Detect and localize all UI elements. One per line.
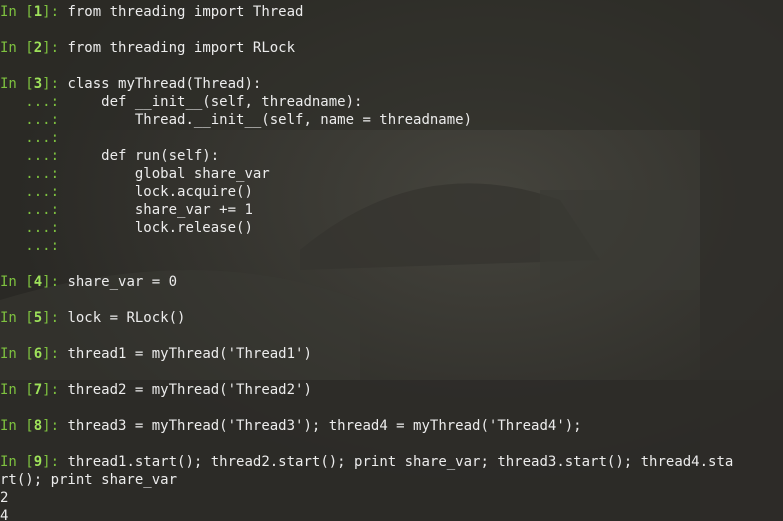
input-prompt-line: In [7]: thread2 = myThread('Thread2') bbox=[0, 381, 312, 399]
ipython-terminal[interactable]: In [1]: from threading import Thread In [… bbox=[0, 0, 783, 521]
continuation-prompt: ...: bbox=[0, 202, 68, 218]
code-text[interactable]: thread2 = myThread('Thread2') bbox=[67, 382, 311, 398]
code-text[interactable]: Thread.__init__(self, name = threadname) bbox=[67, 112, 472, 128]
continuation-prompt: ...: bbox=[0, 220, 68, 236]
input-prompt-line: In [5]: lock = RLock() bbox=[0, 309, 185, 327]
prompt-close: ]: bbox=[42, 40, 68, 56]
prompt-number: 8 bbox=[33, 418, 43, 434]
prompt-close: ]: bbox=[42, 382, 68, 398]
input-prompt-line: In [3]: class myThread(Thread): bbox=[0, 75, 261, 93]
output-text: 4 bbox=[0, 508, 9, 521]
prompt-number: 2 bbox=[33, 40, 43, 56]
prompt-number: 9 bbox=[33, 454, 43, 470]
code-text[interactable]: thread3 = myThread('Thread3'); thread4 =… bbox=[67, 418, 581, 434]
code-text[interactable]: from threading import Thread bbox=[67, 4, 303, 20]
code-text[interactable]: rt(); print share_var bbox=[0, 472, 177, 488]
continuation-prompt: ...: bbox=[0, 112, 68, 128]
output-text: 2 bbox=[0, 490, 9, 506]
input-prompt-line: In [8]: thread3 = myThread('Thread3'); t… bbox=[0, 417, 582, 435]
output-line: 4 bbox=[0, 507, 8, 521]
code-text[interactable]: lock.release() bbox=[67, 220, 253, 236]
code-text[interactable]: thread1.start(); thread2.start(); print … bbox=[67, 454, 733, 470]
prompt-in-label: In [ bbox=[0, 418, 34, 434]
continuation-line: ...: bbox=[0, 129, 67, 147]
code-text[interactable]: from threading import RLock bbox=[67, 40, 295, 56]
input-prompt-line: In [2]: from threading import RLock bbox=[0, 39, 295, 57]
prompt-number: 1 bbox=[33, 4, 43, 20]
code-text[interactable]: global share_var bbox=[67, 166, 270, 182]
continuation-prompt: ...: bbox=[0, 184, 68, 200]
output-line: 2 bbox=[0, 489, 8, 507]
continuation-prompt: ...: bbox=[0, 130, 68, 146]
continuation-line: ...: bbox=[0, 237, 67, 255]
prompt-in-label: In [ bbox=[0, 4, 34, 20]
prompt-number: 7 bbox=[33, 382, 43, 398]
prompt-number: 4 bbox=[33, 274, 43, 290]
prompt-number: 6 bbox=[33, 346, 43, 362]
continuation-prompt: ...: bbox=[0, 166, 68, 182]
wrapped-code-line: rt(); print share_var bbox=[0, 471, 177, 489]
input-prompt-line: In [1]: from threading import Thread bbox=[0, 3, 303, 21]
continuation-line: ...: def run(self): bbox=[0, 147, 219, 165]
continuation-line: ...: Thread.__init__(self, name = thread… bbox=[0, 111, 472, 129]
code-text[interactable]: share_var += 1 bbox=[67, 202, 253, 218]
continuation-line: ...: lock.acquire() bbox=[0, 183, 253, 201]
prompt-close: ]: bbox=[42, 274, 68, 290]
input-prompt-line: In [9]: thread1.start(); thread2.start()… bbox=[0, 453, 733, 471]
prompt-in-label: In [ bbox=[0, 274, 34, 290]
prompt-in-label: In [ bbox=[0, 382, 34, 398]
continuation-line: ...: global share_var bbox=[0, 165, 270, 183]
prompt-in-label: In [ bbox=[0, 40, 34, 56]
continuation-prompt: ...: bbox=[0, 148, 68, 164]
prompt-in-label: In [ bbox=[0, 346, 34, 362]
prompt-number: 5 bbox=[33, 310, 43, 326]
code-text[interactable]: lock.acquire() bbox=[67, 184, 253, 200]
prompt-close: ]: bbox=[42, 310, 68, 326]
continuation-prompt: ...: bbox=[0, 238, 68, 254]
prompt-close: ]: bbox=[42, 418, 68, 434]
prompt-close: ]: bbox=[42, 4, 68, 20]
input-prompt-line: In [4]: share_var = 0 bbox=[0, 273, 177, 291]
prompt-close: ]: bbox=[42, 454, 68, 470]
prompt-in-label: In [ bbox=[0, 76, 34, 92]
code-text[interactable]: lock = RLock() bbox=[67, 310, 185, 326]
code-text[interactable]: class myThread(Thread): bbox=[67, 76, 261, 92]
continuation-line: ...: def __init__(self, threadname): bbox=[0, 93, 362, 111]
prompt-number: 3 bbox=[33, 76, 43, 92]
prompt-in-label: In [ bbox=[0, 454, 34, 470]
continuation-line: ...: lock.release() bbox=[0, 219, 253, 237]
continuation-prompt: ...: bbox=[0, 94, 68, 110]
continuation-line: ...: share_var += 1 bbox=[0, 201, 253, 219]
code-text[interactable]: share_var = 0 bbox=[67, 274, 177, 290]
code-text[interactable]: def run(self): bbox=[67, 148, 219, 164]
code-text[interactable]: thread1 = myThread('Thread1') bbox=[67, 346, 311, 362]
input-prompt-line: In [6]: thread1 = myThread('Thread1') bbox=[0, 345, 312, 363]
prompt-in-label: In [ bbox=[0, 310, 34, 326]
prompt-close: ]: bbox=[42, 76, 68, 92]
code-text[interactable]: def __init__(self, threadname): bbox=[67, 94, 362, 110]
prompt-close: ]: bbox=[42, 346, 68, 362]
